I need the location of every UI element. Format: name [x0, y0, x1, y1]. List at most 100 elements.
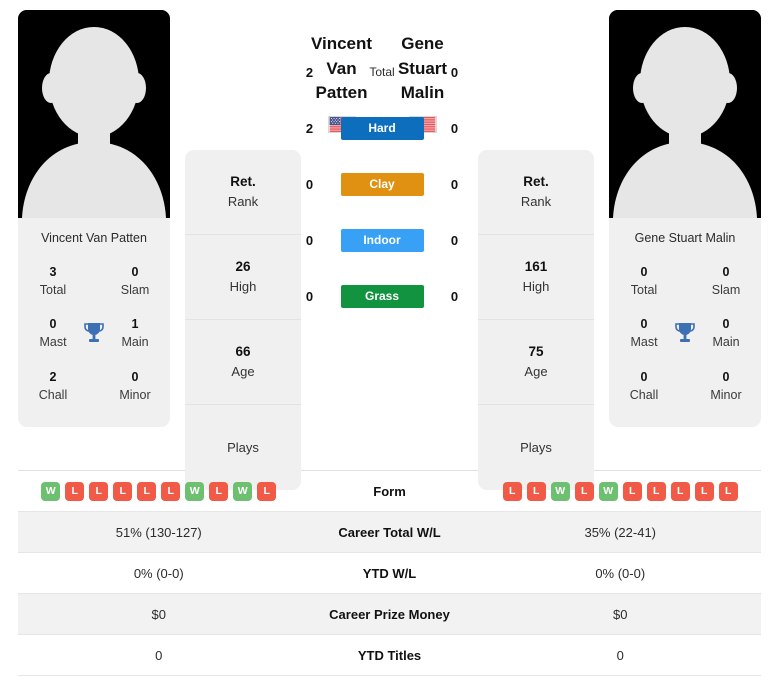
player-card-right[interactable]: Gene Stuart Malin 0 Total 0 Slam 0 Mast	[609, 10, 761, 427]
form-badge-win[interactable]: W	[598, 481, 618, 501]
ranking-value: 75	[528, 344, 544, 360]
surface-badge-grass[interactable]: Grass	[340, 284, 424, 308]
form-badge-loss[interactable]: L	[502, 481, 522, 501]
form-badge-loss[interactable]: L	[670, 481, 690, 501]
row-label: Form	[373, 483, 406, 499]
form-badge-loss[interactable]: L	[89, 481, 109, 501]
surface-score-left: 2	[305, 64, 314, 80]
player-card-name-left: Vincent Van Patten	[41, 231, 147, 245]
title-value: 3	[49, 265, 57, 279]
title-stat: 0 Minor	[112, 368, 158, 404]
title-value: 1	[131, 317, 139, 332]
surface-score-right: 0	[450, 232, 459, 248]
form-badge-win[interactable]: W	[41, 481, 61, 501]
titles-row: 0 Total 0 Slam	[615, 256, 755, 308]
title-stat: 0 Minor	[703, 368, 749, 404]
head-to-head-comparison: Vincent Van Patten 3 Total 0 Slam 0 Mast	[0, 0, 779, 490]
title-value: 2	[49, 369, 57, 384]
titles-row: 3 Total 0 Slam	[24, 256, 164, 308]
ranking-value: Ret.	[523, 174, 549, 190]
stat-value-left: $0	[151, 606, 166, 622]
surface-score-right: 0	[450, 64, 459, 80]
stat-value-right: 0% (0-0)	[595, 565, 646, 581]
ranking-label: Age	[231, 364, 255, 380]
stat-value-left: 51% (130-127)	[115, 524, 202, 540]
row-label: YTD Titles	[357, 647, 422, 663]
title-label: Mast	[39, 335, 67, 350]
form-badge-loss[interactable]: L	[137, 481, 157, 501]
title-value: 0	[640, 265, 648, 279]
surface-badge-hard[interactable]: Hard	[340, 116, 424, 140]
ranking-label: High	[522, 279, 550, 295]
surface-score-left: 0	[305, 288, 314, 304]
title-stat: 0 Main	[703, 315, 749, 351]
ranking-label: Rank	[520, 194, 552, 210]
title-stat: 0 Chall	[621, 368, 667, 404]
table-row-form: WLLLLLWLWL Form LLWLWLLLLL	[18, 471, 761, 512]
table-row: 0 YTD Titles 0	[18, 635, 761, 676]
titles-row: 0 Mast 0 Main	[615, 308, 755, 360]
form-badge-loss[interactable]: L	[257, 481, 277, 501]
title-label: Slam	[120, 283, 150, 298]
stat-value-right: 35% (22-41)	[584, 524, 657, 540]
form-badge-loss[interactable]: L	[65, 481, 85, 501]
title-label: Slam	[711, 283, 741, 298]
player-photo-right	[609, 10, 761, 218]
form-badge-loss[interactable]: L	[526, 481, 546, 501]
surface-row-grass: 0 Grass 0	[300, 284, 465, 308]
ranking-value: 66	[235, 344, 251, 360]
title-label: Main	[121, 335, 149, 350]
ranking-box: 26 High	[185, 235, 301, 320]
row-label: YTD W/L	[362, 565, 417, 581]
ranking-box: Ret. Rank	[478, 150, 594, 235]
surface-score-left: 0	[305, 232, 314, 248]
title-label: Mast	[630, 335, 658, 350]
title-value: 0	[131, 369, 139, 384]
surface-breakdown: 2 Total 0 2 Hard 0 0 Clay 0 0 Indoor 0 0	[300, 61, 465, 308]
player-card-name-right: Gene Stuart Malin	[634, 231, 736, 245]
form-badge-win[interactable]: W	[233, 481, 253, 501]
ranking-box: Ret. Rank	[185, 150, 301, 235]
player-card-left[interactable]: Vincent Van Patten 3 Total 0 Slam 0 Mast	[18, 10, 170, 427]
form-badge-loss[interactable]: L	[161, 481, 181, 501]
titles-row: 2 Chall 0 Minor	[24, 361, 164, 413]
title-label: Minor	[710, 387, 742, 402]
surface-label-total: Total	[369, 64, 395, 79]
form-badge-loss[interactable]: L	[694, 481, 714, 501]
title-stat: 0 Slam	[112, 263, 158, 299]
title-label: Chall	[629, 387, 659, 402]
titles-grid-right: 0 Total 0 Slam 0 Mast 0 Main 0 Chall 0 M…	[609, 256, 761, 427]
form-cell-right: LLWLWLLLLL	[480, 476, 762, 507]
title-stat: 0 Slam	[703, 263, 749, 299]
ranking-label: Plays	[227, 439, 259, 455]
stat-value-right: $0	[613, 606, 628, 622]
row-label: Career Total W/L	[338, 524, 441, 540]
comparison-stats-table: WLLLLLWLWL Form LLWLWLLLLL 51% (130-127)…	[18, 470, 761, 676]
ranking-label: High	[229, 279, 257, 295]
form-badge-win[interactable]: W	[185, 481, 205, 501]
title-label: Total	[39, 283, 67, 298]
form-badge-loss[interactable]: L	[718, 481, 738, 501]
surface-row-hard: 2 Hard 0	[300, 116, 465, 140]
table-row: 0% (0-0) YTD W/L 0% (0-0)	[18, 553, 761, 594]
form-badge-loss[interactable]: L	[113, 481, 133, 501]
trophy-icon	[671, 321, 699, 345]
surface-badge-clay[interactable]: Clay	[340, 172, 424, 196]
titles-row: 0 Chall 0 Minor	[615, 361, 755, 413]
form-badge-loss[interactable]: L	[574, 481, 594, 501]
title-value: 0	[722, 317, 730, 332]
form-badge-loss[interactable]: L	[622, 481, 642, 501]
form-badge-loss[interactable]: L	[646, 481, 666, 501]
surface-score-left: 2	[305, 120, 314, 136]
surface-badge-indoor[interactable]: Indoor	[340, 228, 424, 252]
ranking-value: 26	[235, 259, 251, 275]
title-label: Total	[630, 283, 658, 298]
trophy-icon	[80, 321, 108, 345]
form-badge-loss[interactable]: L	[209, 481, 229, 501]
surface-score-left: 0	[305, 176, 314, 192]
stat-value-left: 0	[155, 647, 163, 663]
title-label: Minor	[119, 387, 151, 402]
form-badge-win[interactable]: W	[550, 481, 570, 501]
titles-grid-left: 3 Total 0 Slam 0 Mast 1 Main 2 Chall 0 M…	[18, 256, 170, 427]
surface-row-clay: 0 Clay 0	[300, 172, 465, 196]
